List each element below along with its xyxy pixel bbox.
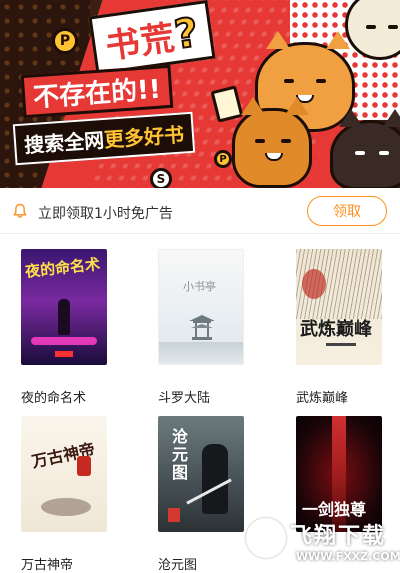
book-title[interactable]: 武炼巅峰 [296, 387, 348, 406]
book-cover[interactable]: 一剑独尊 [296, 416, 382, 532]
watermark-logo-icon [246, 518, 286, 558]
book-cover[interactable]: 万古神帝 [21, 416, 107, 532]
site-watermark: 飞翔下载 WWW.FXXZ.COM [246, 516, 400, 570]
claim-button[interactable]: 领取 [307, 196, 387, 226]
ad-free-bar: 立即领取1小时免广告 领取 [0, 188, 400, 234]
book-cover[interactable]: 沧元图 [158, 416, 244, 532]
book-cover[interactable]: 武炼巅峰 [296, 249, 382, 365]
watermark-url: WWW.FXXZ.COM [296, 550, 400, 563]
book-title[interactable]: 夜的命名术 [21, 387, 86, 406]
cover-title: 沧元图 [169, 428, 188, 482]
pavilion-icon [189, 315, 215, 340]
book-title[interactable]: 沧元图 [158, 554, 197, 573]
bell-icon [13, 203, 27, 218]
cover-title: 夜的命名术 [24, 255, 101, 281]
book-title[interactable]: 斗罗大陆 [158, 387, 210, 406]
cat-illustration [330, 109, 400, 188]
bubble-icon: P [52, 28, 78, 54]
ad-free-text: 立即领取1小时免广告 [38, 206, 173, 222]
cover-title: 武炼巅峰 [300, 319, 372, 340]
cover-title: 小书亭 [183, 280, 216, 293]
book-title[interactable]: 万古神帝 [21, 554, 73, 573]
book-cover[interactable]: 小书亭 [158, 249, 244, 365]
watermark-brand: 飞翔下载 [290, 524, 387, 549]
promo-banner[interactable]: P S P 书荒? 不存在的!! 搜索全网更多好书 [0, 0, 400, 188]
cat-illustration [232, 97, 312, 188]
book-cover[interactable]: 夜的命名术 [21, 249, 107, 365]
bubble-icon: S [150, 168, 172, 188]
bubble-icon: P [214, 150, 232, 168]
